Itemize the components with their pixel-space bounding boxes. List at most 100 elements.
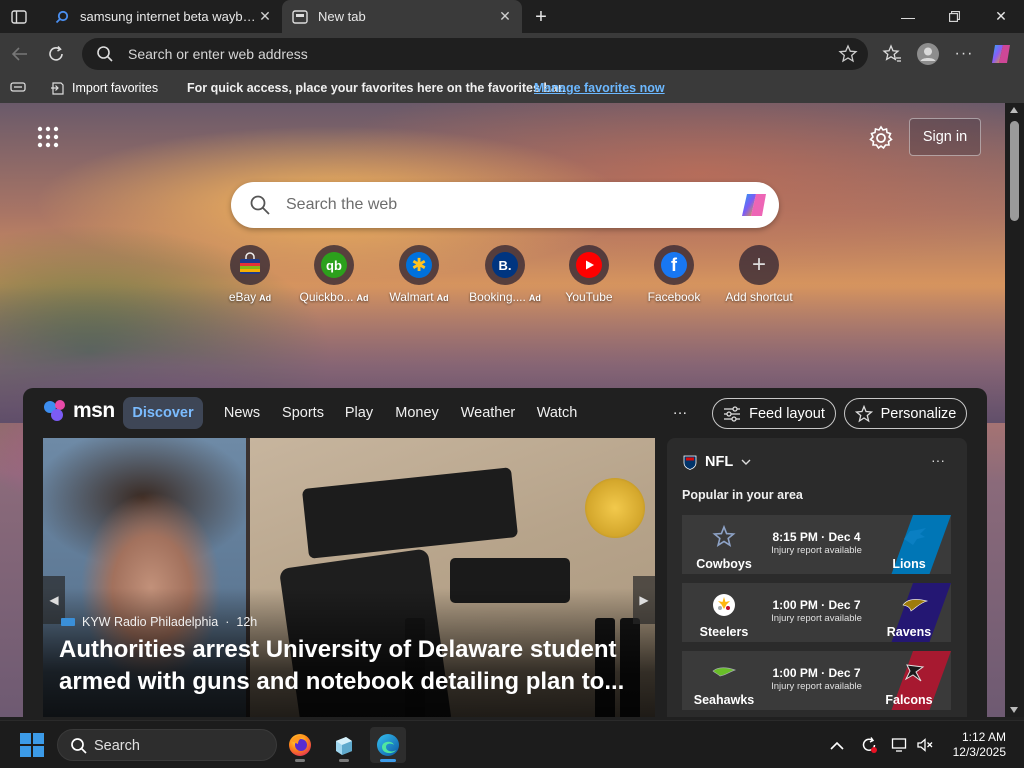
away-team: Ravens xyxy=(886,625,932,639)
msn-logo[interactable]: msn xyxy=(43,396,115,426)
address-bar-placeholder: Search or enter web address xyxy=(128,46,308,62)
reading-view-icon xyxy=(10,82,26,92)
import-favorites-button[interactable]: Import favorites xyxy=(50,80,158,96)
back-button[interactable] xyxy=(6,40,34,68)
msn-brand: msn xyxy=(73,399,115,422)
tab-wayback[interactable]: samsung internet beta wayback m ✕ xyxy=(44,0,282,33)
windows-start-button[interactable] xyxy=(20,733,44,757)
network-tray-icon[interactable] xyxy=(891,736,909,754)
web-search-box[interactable]: Search the web xyxy=(231,182,779,228)
address-bar[interactable]: Search or enter web address xyxy=(82,38,868,70)
speaker-muted-icon xyxy=(917,738,933,752)
seahawks-icon xyxy=(712,667,736,677)
settings-and-more-button[interactable]: ··· xyxy=(950,40,978,68)
system-clock[interactable]: 1:12 AM 12/3/2025 xyxy=(934,730,1006,760)
copilot-icon[interactable] xyxy=(739,191,769,219)
ad-badge: Ad xyxy=(528,293,541,303)
feed-layout-button[interactable]: Feed layout xyxy=(712,398,836,429)
shortcut-quickbooks[interactable]: qb Quickbo... Ad xyxy=(291,245,377,309)
chevron-right-icon: ▶ xyxy=(639,593,649,607)
volume-tray-icon[interactable] xyxy=(916,736,934,754)
tab-money[interactable]: Money xyxy=(392,397,442,429)
import-icon xyxy=(51,82,64,95)
sidebar-toggle-button[interactable] xyxy=(8,6,30,28)
tab-news[interactable]: News xyxy=(220,397,264,429)
star-icon[interactable] xyxy=(838,44,858,64)
favorites-button[interactable] xyxy=(878,40,906,68)
hero-story-card[interactable]: ◀ ▶ KYW Radio Philadelphia · 12h Authori… xyxy=(43,438,655,717)
game-row[interactable]: Cowboys 8:15 PM · Dec 4 Injury report av… xyxy=(682,515,951,574)
sign-in-button[interactable]: Sign in xyxy=(909,118,981,156)
close-icon[interactable]: ✕ xyxy=(496,8,514,26)
shortcut-walmart[interactable]: ✱ Walmart Ad xyxy=(376,245,462,309)
publisher-name: KYW Radio Philadelphia xyxy=(82,615,219,629)
copilot-button[interactable] xyxy=(987,40,1015,68)
scroll-up-arrow-icon[interactable] xyxy=(1010,107,1018,113)
close-window-button[interactable]: ✕ xyxy=(978,0,1024,33)
booking-icon: B. xyxy=(492,252,518,278)
tab-play[interactable]: Play xyxy=(342,397,376,429)
carousel-next-button[interactable]: ▶ xyxy=(633,576,655,624)
refresh-button[interactable] xyxy=(42,40,70,68)
toolbar: Search or enter web address ··· xyxy=(0,33,1024,75)
show-hidden-icons-button[interactable] xyxy=(828,736,846,754)
favorites-bar-options-button[interactable] xyxy=(10,80,26,94)
add-shortcut-button[interactable]: + Add shortcut xyxy=(716,245,802,309)
tab-weather[interactable]: Weather xyxy=(457,397,519,429)
taskbar-search-label: Search xyxy=(94,738,140,754)
separator: · xyxy=(225,615,230,629)
personalize-button[interactable]: Personalize xyxy=(844,398,967,429)
search-icon xyxy=(54,9,70,25)
walmart-icon: ✱ xyxy=(406,252,432,278)
more-button[interactable]: ··· xyxy=(665,397,695,429)
taskbar-edge[interactable] xyxy=(370,727,406,763)
shortcut-label: YouTube xyxy=(565,290,613,304)
injury-note: Injury report available xyxy=(771,545,862,556)
scrollbar-thumb[interactable] xyxy=(1010,121,1019,221)
shortcut-facebook[interactable]: f Facebook xyxy=(631,245,717,309)
game-row[interactable]: Seahawks 1:00 PM · Dec 7 Injury report a… xyxy=(682,651,951,710)
shortcut-youtube[interactable]: YouTube xyxy=(546,245,632,309)
close-icon[interactable]: ✕ xyxy=(256,8,274,26)
home-team: Seahawks xyxy=(693,693,755,707)
gear-icon[interactable] xyxy=(868,125,894,151)
search-icon xyxy=(250,195,270,215)
story-headline[interactable]: Authorities arrest University of Delawar… xyxy=(59,634,629,698)
refresh-icon xyxy=(49,45,63,61)
restore-button[interactable] xyxy=(931,0,977,33)
taskbar-app-second[interactable] xyxy=(326,727,362,763)
profile-button[interactable] xyxy=(914,40,942,68)
personalize-label: Personalize xyxy=(880,405,957,422)
favorites-star-icon xyxy=(882,44,901,62)
update-tray-icon[interactable] xyxy=(860,736,878,754)
taskbar-firefox[interactable] xyxy=(282,727,318,763)
shortcut-ebay[interactable]: eBay Ad xyxy=(207,245,293,309)
page-scrollbar[interactable] xyxy=(1005,103,1024,717)
nfl-scores-card: NFL ··· Popular in your area Cowboys 8:1… xyxy=(667,438,967,717)
facebook-icon: f xyxy=(661,252,687,278)
rifle-shape xyxy=(301,467,519,559)
minimize-icon: — xyxy=(901,8,915,25)
tab-new-tab[interactable]: New tab ✕ xyxy=(282,0,522,33)
new-tab-button[interactable]: + xyxy=(528,4,554,30)
tab-discover[interactable]: Discover xyxy=(123,397,203,429)
minimize-button[interactable]: — xyxy=(885,0,931,33)
away-team: Lions xyxy=(892,557,926,571)
close-icon: ✕ xyxy=(995,8,1007,24)
tab-sports[interactable]: Sports xyxy=(279,397,327,429)
quickbooks-icon: qb xyxy=(321,252,347,278)
falcons-icon xyxy=(904,664,925,682)
apps-launcher-icon[interactable] xyxy=(36,125,60,149)
game-row[interactable]: Steelers 1:00 PM · Dec 7 Injury report a… xyxy=(682,583,951,642)
card-subtitle: Popular in your area xyxy=(682,488,803,502)
manage-favorites-link[interactable]: Manage favorites now xyxy=(534,81,665,95)
shortcut-booking[interactable]: B. Booking.... Ad xyxy=(462,245,548,309)
more-icon: ··· xyxy=(954,45,974,62)
taskbar-search-box[interactable]: Search xyxy=(57,729,277,761)
scroll-down-arrow-icon[interactable] xyxy=(1010,707,1018,713)
favorites-bar-message: For quick access, place your favorites h… xyxy=(187,81,566,95)
nfl-league-selector[interactable]: NFL xyxy=(683,454,751,470)
chevron-up-icon xyxy=(830,741,844,750)
tab-watch[interactable]: Watch xyxy=(534,397,580,429)
card-more-button[interactable]: ··· xyxy=(931,452,945,468)
